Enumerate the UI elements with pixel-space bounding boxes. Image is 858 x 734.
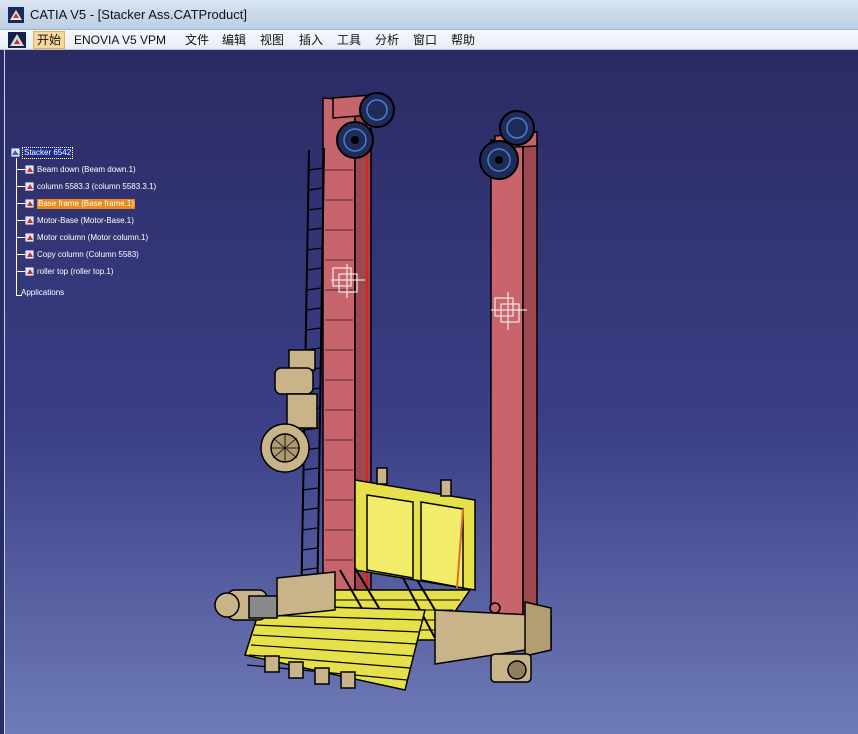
window-title: CATIA V5 - [Stacker Ass.CATProduct]: [30, 7, 247, 22]
part-node-icon[interactable]: [25, 267, 34, 276]
menu-item-edit[interactable]: 编辑: [219, 32, 249, 48]
specification-tree: Stacker 6542 Beam down (Beam down.1) col…: [11, 147, 181, 308]
tree-item-beam-down[interactable]: Beam down (Beam down.1): [37, 165, 136, 175]
menu-item-view[interactable]: 视图: [257, 32, 287, 48]
menu-item-start[interactable]: 开始: [33, 31, 66, 49]
title-bar: CATIA V5 - [Stacker Ass.CATProduct]: [0, 0, 858, 30]
part-node-icon[interactable]: [25, 182, 34, 191]
menu-item-window[interactable]: 窗口: [410, 32, 440, 48]
menu-item-help[interactable]: 帮助: [448, 32, 478, 48]
menu-item-analyze[interactable]: 分析: [372, 32, 402, 48]
catia-app-icon[interactable]: [8, 7, 24, 23]
tree-line: [16, 158, 17, 296]
part-node-icon[interactable]: [25, 250, 34, 259]
tree-item-motor-base[interactable]: Motor-Base (Motor-Base.1): [37, 216, 134, 226]
menu-item-file[interactable]: 文件: [182, 32, 212, 48]
tree-item-copy-column[interactable]: Copy column (Column 5583): [37, 250, 139, 260]
tree-item-applications[interactable]: Applications: [21, 288, 64, 298]
motor-assembly[interactable]: [260, 349, 318, 473]
tree-item-roller-top[interactable]: roller top (roller top.1): [37, 267, 113, 277]
3d-viewport[interactable]: Stacker 6542 Beam down (Beam down.1) col…: [4, 50, 858, 734]
menu-item-tools[interactable]: 工具: [334, 32, 364, 48]
tree-item-base-frame[interactable]: Base frame (Base frame.1): [37, 199, 136, 209]
part-node-icon[interactable]: [25, 233, 34, 242]
tree-root[interactable]: Stacker 6542: [21, 147, 74, 159]
right-column[interactable]: [479, 110, 538, 623]
catia-menu-icon[interactable]: [8, 32, 26, 48]
menu-item-insert[interactable]: 插入: [296, 32, 326, 48]
part-node-icon[interactable]: [25, 165, 34, 174]
tree-item-column[interactable]: column 5583.3 (column 5583.3.1): [37, 182, 156, 192]
tree-item-motor-column[interactable]: Motor column (Motor column.1): [37, 233, 148, 243]
menu-bar: 开始 ENOVIA V5 VPM 文件 编辑 视图 插入 工具 分析 窗口 帮助: [0, 30, 858, 50]
product-node-icon[interactable]: [11, 148, 20, 157]
part-node-icon[interactable]: [25, 199, 34, 208]
part-node-icon[interactable]: [25, 216, 34, 225]
menu-item-enovia[interactable]: ENOVIA V5 VPM: [71, 32, 169, 48]
